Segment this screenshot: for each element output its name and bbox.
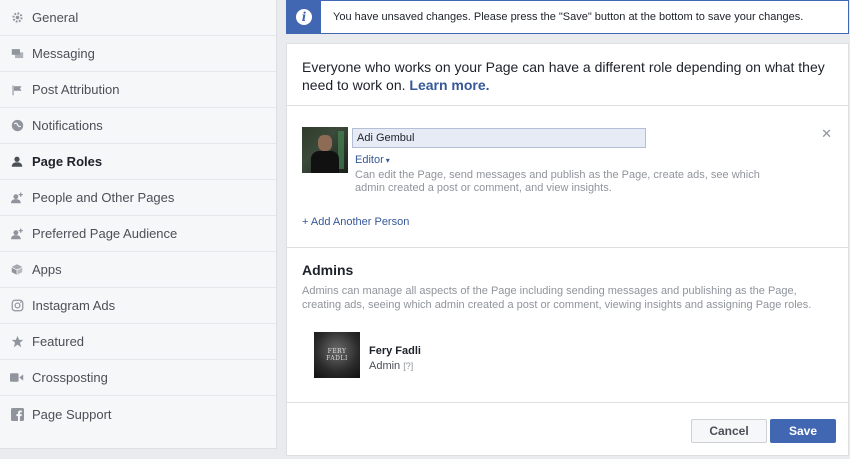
admin-avatar[interactable]: FERY FADLI [314, 332, 360, 378]
learn-more-link[interactable]: Learn more. [409, 77, 489, 93]
sidebar-item-notifications[interactable]: Notifications [0, 108, 276, 144]
sidebar-item-label: Post Attribution [32, 82, 120, 97]
form-footer: Cancel Save [287, 403, 848, 457]
globe-icon [10, 119, 24, 133]
sidebar-item-messaging[interactable]: Messaging [0, 36, 276, 72]
video-icon [10, 371, 24, 385]
admin-name-link[interactable]: Fery Fadli [369, 345, 421, 357]
admins-heading: Admins [302, 262, 354, 278]
sidebar-item-label: Messaging [32, 46, 95, 61]
facebook-icon [10, 407, 24, 421]
sidebar-item-label: General [32, 10, 79, 25]
sidebar-item-page-support[interactable]: Page Support [0, 396, 276, 432]
sidebar-item-label: Crossposting [32, 370, 108, 385]
cancel-button[interactable]: Cancel [691, 419, 767, 443]
page-roles-panel: Everyone who works on your Page can have… [286, 43, 849, 456]
sidebar-item-label: Page Roles [32, 154, 103, 169]
sidebar-item-label: Preferred Page Audience [32, 226, 178, 241]
sidebar-item-label: Page Support [32, 406, 112, 422]
assign-role-section: Editor▾ Can edit the Page, send messages… [287, 106, 848, 248]
sidebar-item-page-roles[interactable]: Page Roles [0, 144, 276, 180]
person-icon [10, 155, 24, 169]
settings-sidebar: General Messaging Post Attribution Notif… [0, 0, 277, 449]
intro-description: Everyone who works on your Page can have… [302, 59, 825, 93]
avatar [302, 127, 348, 173]
admins-description: Admins can manage all aspects of the Pag… [302, 285, 812, 311]
cube-icon [10, 263, 24, 277]
role-dropdown[interactable]: Editor ▾ [355, 154, 390, 166]
close-icon[interactable]: ✕ [821, 126, 832, 142]
avatar-logo-text: FERY FADLI [326, 348, 348, 362]
sidebar-item-general[interactable]: General [0, 0, 276, 36]
sidebar-item-featured[interactable]: Featured [0, 324, 276, 360]
sidebar-item-instagram-ads[interactable]: Instagram Ads [0, 288, 276, 324]
instagram-icon [10, 299, 24, 313]
flag-icon [10, 83, 24, 97]
intro-text: Everyone who works on your Page can have… [287, 44, 848, 106]
sidebar-item-label: Notifications [32, 118, 103, 133]
sidebar-item-label: Apps [32, 262, 62, 277]
notice-text: You have unsaved changes. Please press t… [333, 11, 804, 23]
admin-role: Admin [?] [369, 360, 413, 372]
caret-down-icon: ▾ [385, 156, 390, 165]
sidebar-item-apps[interactable]: Apps [0, 252, 276, 288]
person-name-input[interactable] [352, 128, 646, 148]
person-plus-icon [10, 191, 24, 205]
person-plus-icon [10, 227, 24, 241]
info-icon: i [287, 1, 321, 33]
sidebar-item-people-and-other-pages[interactable]: People and Other Pages [0, 180, 276, 216]
gear-icon [10, 11, 24, 25]
sidebar-item-crossposting[interactable]: Crossposting [0, 360, 276, 396]
sidebar-item-label: Featured [32, 334, 85, 349]
role-dropdown-label: Editor [355, 154, 384, 166]
admin-role-label: Admin [369, 360, 401, 372]
admins-section: Admins Admins can manage all aspects of … [287, 248, 848, 403]
sidebar-item-label: Instagram Ads [32, 298, 116, 313]
unsaved-changes-notice: i You have unsaved changes. Please press… [286, 0, 849, 34]
star-icon [10, 335, 24, 349]
role-description: Can edit the Page, send messages and pub… [355, 169, 760, 194]
save-button[interactable]: Save [770, 419, 836, 443]
chat-icon [10, 47, 24, 61]
sidebar-item-post-attribution[interactable]: Post Attribution [0, 72, 276, 108]
add-another-person-link[interactable]: + Add Another Person [302, 216, 409, 228]
help-icon[interactable]: [?] [403, 361, 413, 371]
sidebar-item-label: People and Other Pages [32, 190, 175, 205]
sidebar-item-preferred-page-audience[interactable]: Preferred Page Audience [0, 216, 276, 252]
